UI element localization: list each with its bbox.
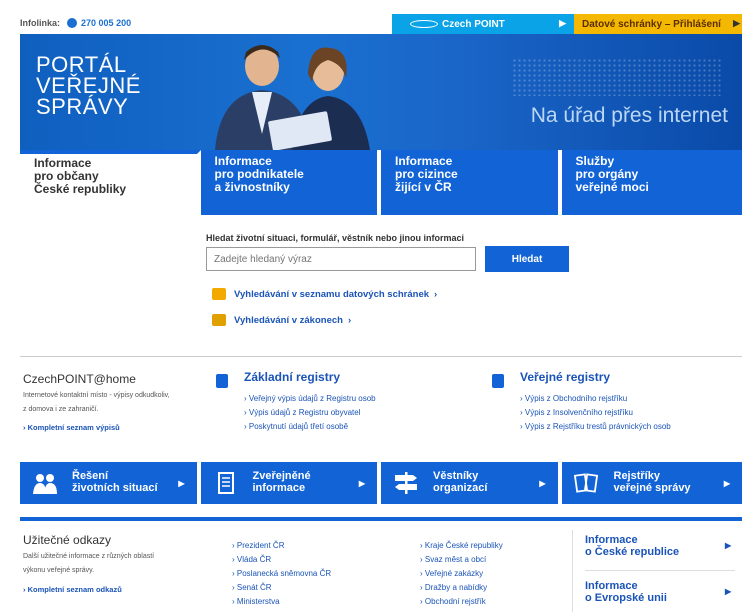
document-icon	[217, 472, 234, 494]
registry-icon	[492, 374, 504, 388]
list-item[interactable]: › Prezident ČR	[232, 539, 331, 553]
list-item[interactable]: › Poskytnutí údajů třetí osobě	[244, 420, 504, 434]
divider	[20, 517, 742, 521]
czechpoint-logo-icon	[410, 20, 438, 28]
czechpoint-full-list-link[interactable]: › Kompletní seznam výpisů	[23, 423, 120, 432]
registry-icon	[216, 374, 228, 388]
list-item[interactable]: › Obchodní rejstřík	[420, 595, 503, 609]
banner-slogan: Na úřad přes internet	[530, 104, 728, 127]
basic-registers-title[interactable]: Základní registry	[244, 370, 340, 384]
life-situations-button[interactable]: Řešení životních situací ▶	[20, 462, 201, 504]
tab-public-authorities[interactable]: Služby pro orgány veřejné moci	[561, 150, 742, 215]
hotline-label: Infolinka:	[20, 18, 60, 28]
top-bar: Infolinka: 270 005 200 Czech POINT ▶ Dat…	[20, 14, 742, 34]
search-laws-link[interactable]: Vyhledávání v zákonech ›	[212, 314, 351, 326]
banner-people-image	[215, 45, 370, 150]
people-icon	[33, 474, 57, 494]
header-banner: PORTÁL VEŘEJNÉ SPRÁVY Na úřad přes inter…	[20, 34, 742, 150]
czechpoint-link[interactable]: Czech POINT ▶	[392, 14, 574, 34]
portal-title[interactable]: PORTÁL VEŘEJNÉ SPRÁVY	[36, 54, 141, 118]
list-item[interactable]: › Senát ČR	[232, 581, 331, 595]
divider	[20, 356, 742, 357]
czechpoint-label: Czech POINT	[442, 18, 505, 30]
divider	[585, 570, 735, 571]
signpost-icon	[395, 472, 417, 494]
useful-links-full-list-link[interactable]: › Kompletní seznam odkazů	[23, 585, 122, 594]
arrow-right-icon: ▶	[178, 479, 185, 488]
tab-foreigners[interactable]: Informace pro cizince žijící v ČR	[381, 150, 562, 215]
bulletins-button[interactable]: Věstníky organizací ▶	[381, 462, 562, 504]
courthouse-icon	[212, 314, 226, 326]
list-item[interactable]: › Veřejný výpis údajů z Registru osob	[244, 392, 504, 406]
quick-links-bar: Řešení životních situací ▶ Zveřejněné in…	[20, 462, 742, 504]
czechpoint-home-desc: Internetové kontaktní místo - výpisy odk…	[23, 392, 170, 413]
list-item[interactable]: › Vláda ČR	[232, 553, 331, 567]
list-item[interactable]: › Výpis z Rejstříku trestů právnických o…	[520, 420, 742, 434]
list-item[interactable]: › Veřejné zakázky	[420, 567, 503, 581]
arrow-right-icon: ▶	[733, 18, 740, 28]
info-czech-republic-link[interactable]: Informace o České republice ▶	[585, 534, 731, 558]
chevron-right-icon: ›	[434, 288, 438, 300]
datove-schranky-label: Datové schránky – Přihlášení	[582, 18, 721, 30]
divider	[572, 530, 573, 612]
arrow-right-icon: ▶	[723, 479, 730, 488]
list-item[interactable]: › Dražby a nabídky	[420, 581, 503, 595]
useful-links-desc: Další užitečné informace z různých oblas…	[23, 553, 155, 574]
search-databox-link[interactable]: Vyhledávání v seznamu datových schránek …	[212, 288, 437, 300]
info-european-union-link[interactable]: Informace o Evropské unii ▶	[585, 580, 731, 604]
search-label: Hledat životní situaci, formulář, věstní…	[206, 233, 465, 243]
hotline: Infolinka: 270 005 200	[20, 14, 392, 34]
czechpoint-home-title[interactable]: CzechPOINT@home	[23, 372, 136, 386]
phone-icon	[66, 18, 77, 28]
list-item[interactable]: › Kraje České republiky	[420, 539, 503, 553]
search-input[interactable]	[206, 247, 476, 271]
books-icon	[573, 473, 598, 493]
useful-links-column-1: › Prezident ČR › Vláda ČR › Poslanecká s…	[232, 539, 331, 609]
arrow-right-icon: ▶	[725, 541, 732, 550]
published-info-button[interactable]: Zveřejněné informace ▶	[200, 462, 381, 504]
arrow-right-icon: ▶	[559, 18, 566, 28]
tab-citizens[interactable]: Informace pro občany České republiky	[20, 150, 201, 215]
chevron-right-icon: ›	[347, 314, 352, 326]
list-item[interactable]: › Poslanecká sněmovna ČR	[232, 567, 331, 581]
list-item[interactable]: › Výpis údajů z Registru obyvatel	[244, 406, 504, 420]
useful-links-column-2: › Kraje České republiky › Svaz měst a ob…	[420, 539, 503, 609]
hotline-phone[interactable]: 270 005 200	[81, 18, 131, 28]
list-item[interactable]: › Výpis z Obchodního rejstříku	[520, 392, 742, 406]
list-item[interactable]: › Svaz měst a obcí	[420, 553, 503, 567]
registries-button[interactable]: Rejstříky veřejné správy ▶	[561, 462, 742, 504]
public-registers-title[interactable]: Veřejné registry	[520, 370, 610, 384]
arrow-right-icon: ▶	[358, 479, 365, 488]
search-button[interactable]: Hledat	[485, 246, 569, 272]
useful-links-title[interactable]: Užitečné odkazy	[23, 533, 111, 547]
list-item[interactable]: › Ministerstva	[232, 595, 331, 609]
arrow-right-icon: ▶	[539, 479, 546, 488]
tab-entrepreneurs[interactable]: Informace pro podnikatele a živnostníky	[200, 150, 381, 215]
arrow-right-icon: ▶	[725, 587, 732, 596]
audience-tabs: Informace pro občany České republiky Inf…	[20, 150, 742, 215]
mailbox-icon	[212, 288, 226, 300]
datove-schranky-login-link[interactable]: Datové schránky – Přihlášení ▶	[574, 14, 742, 34]
list-item[interactable]: › Výpis z Insolvenčního rejstříku	[520, 406, 742, 420]
banner-dot-pattern	[512, 58, 722, 96]
